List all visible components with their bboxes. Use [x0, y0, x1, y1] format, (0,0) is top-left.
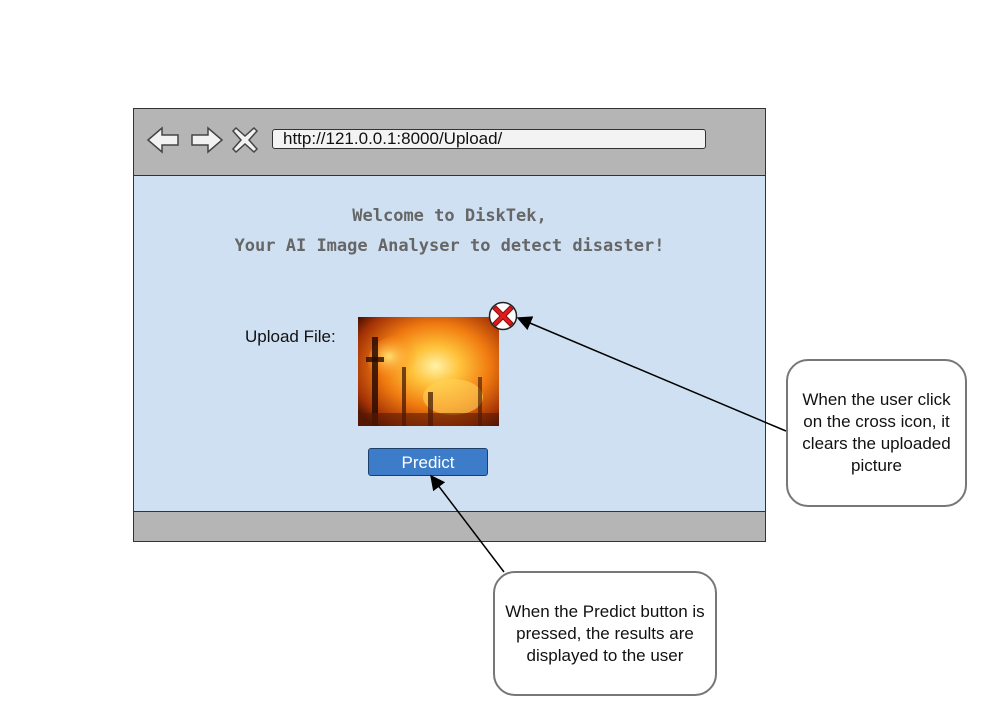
browser-window: http://121.0.0.1:8000/Upload/ Welcome to… [133, 108, 766, 542]
welcome-heading: Welcome to DiskTek, Your AI Image Analys… [134, 201, 765, 261]
predict-button[interactable]: Predict [368, 448, 488, 476]
welcome-line-2: Your AI Image Analyser to detect disaste… [234, 236, 665, 256]
clear-image-icon[interactable] [488, 301, 518, 331]
uploaded-image-preview [358, 317, 499, 426]
callout-clear-note: When the user click on the cross icon, i… [786, 359, 967, 507]
browser-toolbar: http://121.0.0.1:8000/Upload/ [134, 109, 765, 176]
close-icon[interactable] [230, 125, 260, 155]
callout-predict-note: When the Predict button is pressed, the … [493, 571, 717, 696]
browser-footer [134, 511, 765, 541]
upload-file-label: Upload File: [245, 327, 336, 346]
back-arrow-icon[interactable] [146, 125, 180, 155]
welcome-line-1: Welcome to DiskTek, [352, 206, 547, 226]
forward-arrow-icon[interactable] [190, 125, 224, 155]
address-bar[interactable]: http://121.0.0.1:8000/Upload/ [272, 129, 706, 149]
